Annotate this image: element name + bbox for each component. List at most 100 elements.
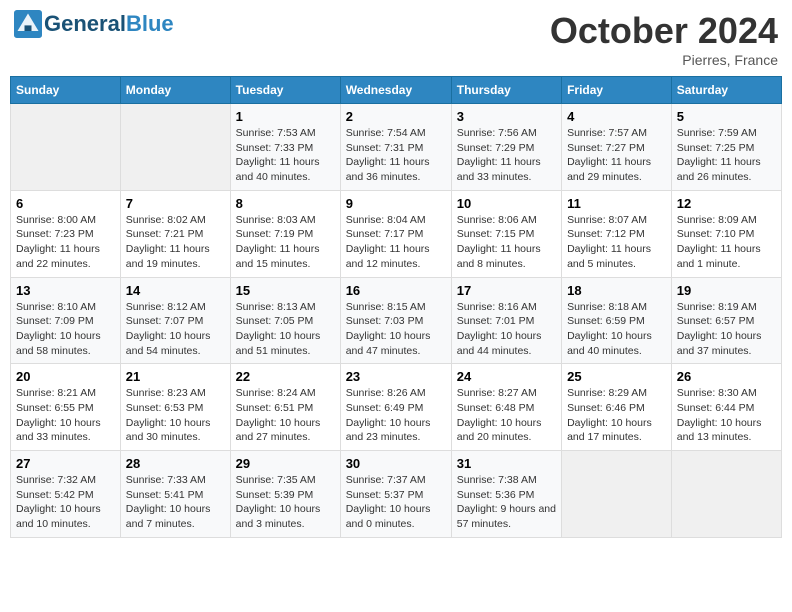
calendar-cell: 23 Sunrise: 8:26 AM Sunset: 6:49 PM Dayli… [340,364,451,451]
day-info: Sunrise: 8:07 AM Sunset: 7:12 PM Dayligh… [567,213,666,272]
logo-blue: Blue [126,11,174,36]
calendar-cell: 16 Sunrise: 8:15 AM Sunset: 7:03 PM Dayli… [340,277,451,364]
calendar-cell: 20 Sunrise: 8:21 AM Sunset: 6:55 PM Dayli… [11,364,121,451]
calendar-cell: 11 Sunrise: 8:07 AM Sunset: 7:12 PM Dayli… [562,190,672,277]
day-info: Sunrise: 7:33 AM Sunset: 5:41 PM Dayligh… [126,473,225,532]
calendar-cell: 4 Sunrise: 7:57 AM Sunset: 7:27 PM Daylig… [562,104,672,191]
title-block: October 2024 Pierres, France [550,10,778,68]
day-number: 20 [16,369,115,384]
logo: GeneralBlue [14,10,174,38]
day-number: 12 [677,196,776,211]
calendar-cell: 24Sunrise: 8:27 AM Sunset: 6:48 PM Dayli… [451,364,561,451]
calendar-table: Sunday Monday Tuesday Wednesday Thursday… [10,76,782,538]
day-number: 26 [677,369,776,384]
calendar-cell: 21 Sunrise: 8:23 AM Sunset: 6:53 PM Dayli… [120,364,230,451]
day-info: Sunrise: 8:19 AM Sunset: 6:57 PM Dayligh… [677,300,776,359]
calendar-cell: 14 Sunrise: 8:12 AM Sunset: 7:07 PM Dayli… [120,277,230,364]
calendar-week-4: 20 Sunrise: 8:21 AM Sunset: 6:55 PM Dayli… [11,364,782,451]
day-number: 18 [567,283,666,298]
day-info: Sunrise: 7:53 AM Sunset: 7:33 PM Dayligh… [236,126,335,185]
day-info: Sunrise: 8:23 AM Sunset: 6:53 PM Dayligh… [126,386,225,445]
day-info: Sunrise: 8:03 AM Sunset: 7:19 PM Dayligh… [236,213,335,272]
day-info: Sunrise: 7:35 AM Sunset: 5:39 PM Dayligh… [236,473,335,532]
day-info: Sunrise: 8:30 AM Sunset: 6:44 PM Dayligh… [677,386,776,445]
day-number: 14 [126,283,225,298]
day-info: Sunrise: 8:16 AM Sunset: 7:01 PM Dayligh… [457,300,556,359]
calendar-week-2: 6Sunrise: 8:00 AM Sunset: 7:23 PM Daylig… [11,190,782,277]
day-info: Sunrise: 8:02 AM Sunset: 7:21 PM Dayligh… [126,213,225,272]
day-number: 7 [126,196,225,211]
day-info: Sunrise: 8:04 AM Sunset: 7:17 PM Dayligh… [346,213,446,272]
calendar-cell: 12Sunrise: 8:09 AM Sunset: 7:10 PM Dayli… [671,190,781,277]
col-sunday: Sunday [11,77,121,104]
day-number: 1 [236,109,335,124]
day-number: 9 [346,196,446,211]
location: Pierres, France [550,52,778,68]
day-number: 2 [346,109,446,124]
calendar-cell [671,451,781,538]
day-number: 16 [346,283,446,298]
calendar-cell: 9 Sunrise: 8:04 AM Sunset: 7:17 PM Daylig… [340,190,451,277]
day-number: 29 [236,456,335,471]
day-info: Sunrise: 7:56 AM Sunset: 7:29 PM Dayligh… [457,126,556,185]
calendar-week-3: 13 Sunrise: 8:10 AM Sunset: 7:09 PM Dayli… [11,277,782,364]
day-info: Sunrise: 8:13 AM Sunset: 7:05 PM Dayligh… [236,300,335,359]
day-number: 30 [346,456,446,471]
logo-icon [14,10,42,38]
calendar-cell [562,451,672,538]
day-info: Sunrise: 7:57 AM Sunset: 7:27 PM Dayligh… [567,126,666,185]
day-info: Sunrise: 8:21 AM Sunset: 6:55 PM Dayligh… [16,386,115,445]
col-thursday: Thursday [451,77,561,104]
day-info: Sunrise: 7:38 AM Sunset: 5:36 PM Dayligh… [457,473,556,532]
calendar-cell: 31 Sunrise: 7:38 AM Sunset: 5:36 PM Dayli… [451,451,561,538]
day-number: 4 [567,109,666,124]
day-info: Sunrise: 8:24 AM Sunset: 6:51 PM Dayligh… [236,386,335,445]
day-info: Sunrise: 8:10 AM Sunset: 7:09 PM Dayligh… [16,300,115,359]
day-number: 21 [126,369,225,384]
calendar-cell [11,104,121,191]
calendar-cell: 7 Sunrise: 8:02 AM Sunset: 7:21 PM Daylig… [120,190,230,277]
day-info: Sunrise: 7:32 AM Sunset: 5:42 PM Dayligh… [16,473,115,532]
day-info: Sunrise: 8:00 AM Sunset: 7:23 PM Dayligh… [16,213,115,272]
calendar-cell: 1 Sunrise: 7:53 AM Sunset: 7:33 PM Daylig… [230,104,340,191]
day-number: 28 [126,456,225,471]
calendar-cell: 10Sunrise: 8:06 AM Sunset: 7:15 PM Dayli… [451,190,561,277]
day-number: 8 [236,196,335,211]
calendar-cell: 18Sunrise: 8:18 AM Sunset: 6:59 PM Dayli… [562,277,672,364]
day-number: 5 [677,109,776,124]
col-tuesday: Tuesday [230,77,340,104]
day-info: Sunrise: 8:12 AM Sunset: 7:07 PM Dayligh… [126,300,225,359]
day-number: 3 [457,109,556,124]
calendar-cell: 19 Sunrise: 8:19 AM Sunset: 6:57 PM Dayli… [671,277,781,364]
header-row: Sunday Monday Tuesday Wednesday Thursday… [11,77,782,104]
calendar-week-5: 27 Sunrise: 7:32 AM Sunset: 5:42 PM Dayli… [11,451,782,538]
col-saturday: Saturday [671,77,781,104]
day-info: Sunrise: 8:29 AM Sunset: 6:46 PM Dayligh… [567,386,666,445]
calendar-cell: 15 Sunrise: 8:13 AM Sunset: 7:05 PM Dayli… [230,277,340,364]
day-number: 25 [567,369,666,384]
calendar-cell: 30 Sunrise: 7:37 AM Sunset: 5:37 PM Dayli… [340,451,451,538]
month-title: October 2024 [550,10,778,52]
day-info: Sunrise: 8:06 AM Sunset: 7:15 PM Dayligh… [457,213,556,272]
day-number: 19 [677,283,776,298]
day-number: 27 [16,456,115,471]
day-number: 11 [567,196,666,211]
day-info: Sunrise: 8:15 AM Sunset: 7:03 PM Dayligh… [346,300,446,359]
logo-general: General [44,11,126,36]
calendar-cell: 13 Sunrise: 8:10 AM Sunset: 7:09 PM Dayli… [11,277,121,364]
calendar-cell: 8 Sunrise: 8:03 AM Sunset: 7:19 PM Daylig… [230,190,340,277]
day-info: Sunrise: 7:59 AM Sunset: 7:25 PM Dayligh… [677,126,776,185]
day-info: Sunrise: 7:37 AM Sunset: 5:37 PM Dayligh… [346,473,446,532]
day-number: 31 [457,456,556,471]
calendar-cell: 22Sunrise: 8:24 AM Sunset: 6:51 PM Dayli… [230,364,340,451]
calendar-cell [120,104,230,191]
calendar-body: 1 Sunrise: 7:53 AM Sunset: 7:33 PM Daylig… [11,104,782,538]
calendar-cell: 25 Sunrise: 8:29 AM Sunset: 6:46 PM Dayli… [562,364,672,451]
day-number: 23 [346,369,446,384]
calendar-cell: 27 Sunrise: 7:32 AM Sunset: 5:42 PM Dayli… [11,451,121,538]
calendar-cell: 26 Sunrise: 8:30 AM Sunset: 6:44 PM Dayli… [671,364,781,451]
day-number: 13 [16,283,115,298]
calendar-week-1: 1 Sunrise: 7:53 AM Sunset: 7:33 PM Daylig… [11,104,782,191]
day-number: 15 [236,283,335,298]
day-info: Sunrise: 8:26 AM Sunset: 6:49 PM Dayligh… [346,386,446,445]
